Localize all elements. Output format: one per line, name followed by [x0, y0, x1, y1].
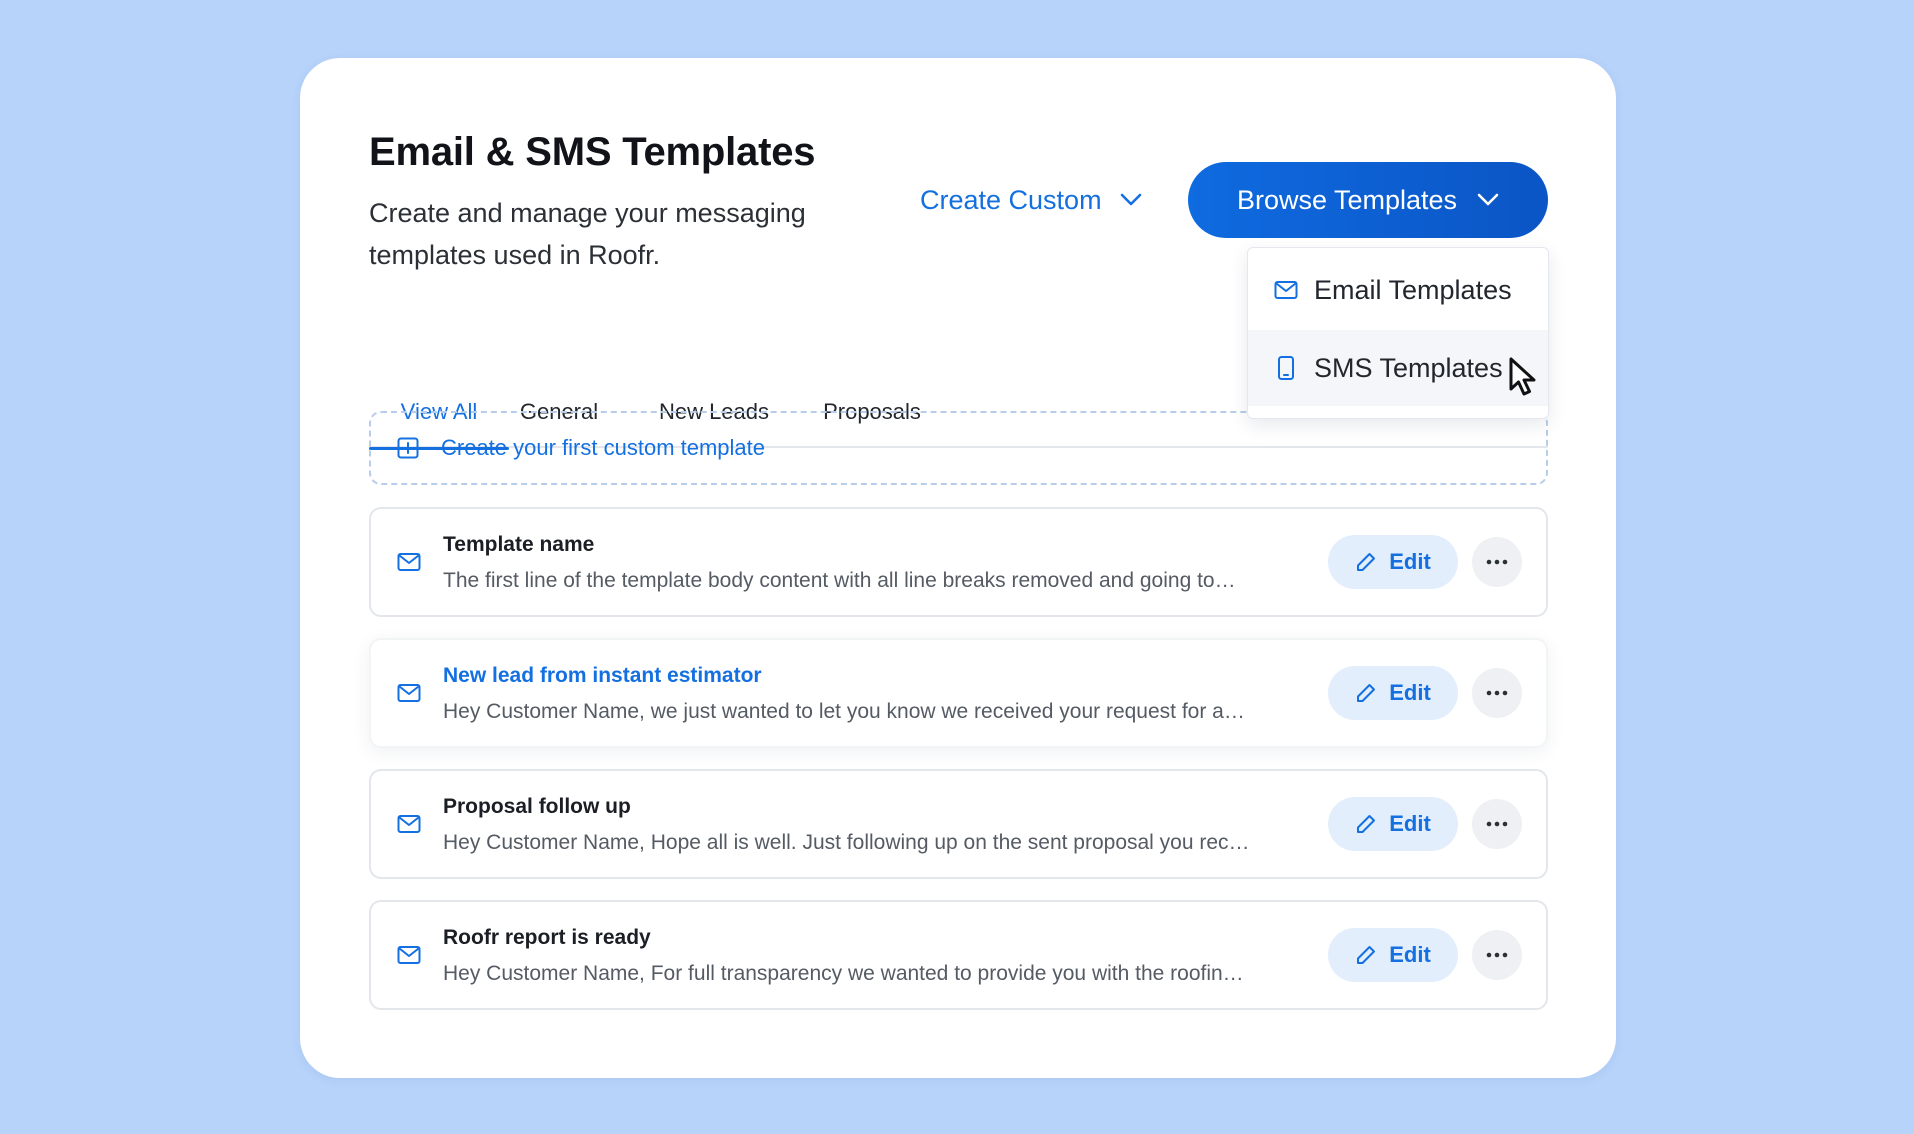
page-title: Email & SMS Templates [369, 130, 816, 174]
menu-item-label: SMS Templates [1314, 352, 1503, 383]
plus-square-icon [397, 437, 419, 459]
chevron-down-icon [1477, 193, 1499, 206]
ellipsis-icon [1486, 821, 1508, 827]
more-options-button[interactable] [1472, 668, 1522, 718]
more-options-button[interactable] [1472, 537, 1522, 587]
template-title[interactable]: New lead from instant estimator [443, 664, 762, 688]
create-custom-label: Create Custom [920, 184, 1102, 215]
templates-card: Email & SMS Templates Create and manage … [300, 58, 1616, 1078]
browse-templates-menu: Email Templates SMS Templates [1247, 247, 1549, 419]
template-preview: Hey Customer Name, Hope all is well. Jus… [443, 831, 1250, 854]
template-row[interactable]: New lead from instant estimator Hey Cust… [369, 638, 1548, 748]
pencil-icon [1357, 684, 1376, 702]
template-title: Proposal follow up [443, 795, 631, 818]
mail-icon [397, 946, 421, 964]
menu-item-email-templates[interactable]: Email Templates [1248, 252, 1548, 328]
browse-templates-button[interactable]: Browse Templates [1188, 162, 1548, 238]
pencil-icon [1357, 815, 1376, 833]
edit-button[interactable]: Edit [1328, 928, 1458, 982]
mail-icon [397, 553, 421, 571]
edit-button[interactable]: Edit [1328, 535, 1458, 589]
create-first-template-button[interactable]: Create your first custom template [369, 411, 1548, 485]
more-options-button[interactable] [1472, 930, 1522, 980]
template-row[interactable]: Proposal follow up Hey Customer Name, Ho… [369, 769, 1548, 879]
create-first-template-label: Create your first custom template [441, 435, 766, 460]
template-row[interactable]: Roofr report is ready Hey Customer Name,… [369, 900, 1548, 1010]
menu-item-sms-templates[interactable]: SMS Templates [1248, 330, 1548, 406]
edit-label: Edit [1389, 549, 1431, 574]
pencil-icon [1357, 946, 1376, 964]
phone-icon [1278, 356, 1294, 380]
edit-label: Edit [1389, 942, 1431, 967]
template-title: Template name [443, 533, 595, 556]
template-preview: Hey Customer Name, we just wanted to let… [443, 700, 1245, 723]
mail-icon [397, 815, 421, 833]
page-description: Create and manage your messaging templat… [369, 198, 806, 270]
mail-icon [397, 684, 421, 702]
edit-button[interactable]: Edit [1328, 797, 1458, 851]
pencil-icon [1357, 553, 1376, 571]
template-row[interactable]: Template name The first line of the temp… [369, 507, 1548, 617]
ellipsis-icon [1486, 690, 1508, 696]
template-preview: Hey Customer Name, For full transparency… [443, 962, 1244, 985]
edit-button[interactable]: Edit [1328, 666, 1458, 720]
edit-label: Edit [1389, 811, 1431, 836]
mail-icon [1274, 281, 1298, 299]
browse-templates-label: Browse Templates [1236, 184, 1458, 215]
mouse-cursor-icon [1509, 357, 1536, 396]
ellipsis-icon [1486, 559, 1508, 565]
create-custom-button[interactable]: Create Custom [920, 172, 1142, 228]
template-preview: The first line of the template body cont… [443, 569, 1236, 592]
menu-item-label: Email Templates [1314, 274, 1512, 305]
more-options-button[interactable] [1472, 799, 1522, 849]
ellipsis-icon [1486, 952, 1508, 958]
template-title: Roofr report is ready [443, 926, 651, 949]
edit-label: Edit [1389, 680, 1431, 705]
chevron-down-icon [1120, 193, 1141, 206]
